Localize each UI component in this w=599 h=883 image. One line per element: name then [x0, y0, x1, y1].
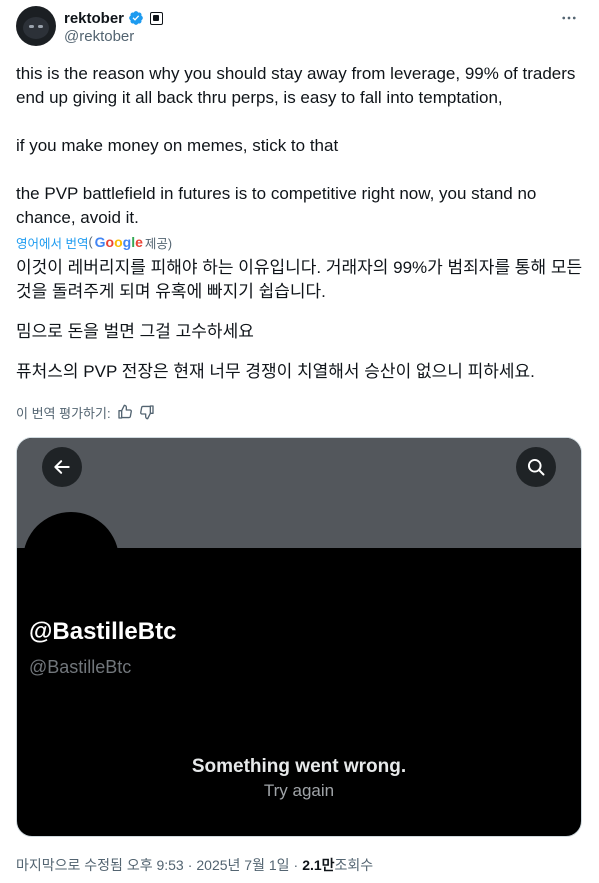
tweet-meta: 마지막으로 수정됨 오후 9:53 · 2025년 7월 1일 · 2.1만 조… — [16, 855, 373, 875]
thumbs-down-icon[interactable] — [139, 404, 155, 420]
views-label: 조회수 — [334, 857, 374, 873]
translated-paragraph: 밈으로 돈을 벌면 그걸 고수하세요 — [16, 322, 254, 341]
tweet-paragraph: the PVP battlefield in futures is to com… — [16, 184, 537, 227]
profile-handle: @BastilleBtc — [29, 657, 132, 677]
meta-separator: · — [293, 857, 299, 873]
rate-translation-row: 이 번역 평가하기: — [16, 403, 155, 421]
avatar-eye-right — [38, 25, 43, 28]
translated-text: 이것이 레버리지를 피해야 하는 이유입니다. 거래자의 99%가 범죄자를 통… — [16, 256, 583, 384]
translated-from-link[interactable]: 영어에서 번역 — [16, 233, 88, 252]
profile-avatar — [23, 512, 119, 608]
author-avatar[interactable] — [16, 6, 56, 46]
translated-paragraph: 퓨처스의 PVP 전장은 현재 너무 경쟁이 치열해서 승산이 없으니 피하세요… — [16, 362, 535, 381]
tweet-paragraph: if you make money on memes, stick to tha… — [16, 136, 339, 155]
tweet-date[interactable]: 2025년 7월 1일 — [196, 855, 289, 875]
meta-separator: · — [187, 857, 193, 873]
embedded-profile-card[interactable]: @BastilleBtc @BastilleBtc Something went… — [16, 437, 582, 837]
more-options-icon[interactable] — [559, 8, 579, 28]
author-handle[interactable]: @rektober — [64, 28, 134, 45]
tweet-text: this is the reason why you should stay a… — [16, 62, 583, 230]
avatar-eye-left — [29, 25, 34, 28]
profile-name: @BastilleBtc — [29, 618, 177, 645]
translation-attribution: 영어에서 번역 ( Google 제공) — [16, 233, 172, 251]
back-arrow-icon[interactable] — [42, 447, 82, 487]
search-icon[interactable] — [516, 447, 556, 487]
tweet-header: rektober @rektober — [16, 6, 583, 50]
try-again-button[interactable]: Try again — [17, 781, 581, 801]
google-logo: Google — [94, 234, 143, 250]
verified-badge-icon — [129, 11, 143, 25]
rate-translation-label: 이 번역 평가하기: — [16, 405, 111, 421]
views-count[interactable]: 2.1만 — [302, 855, 334, 875]
thumbs-up-icon[interactable] — [117, 404, 133, 420]
author-name-row: rektober — [64, 8, 164, 28]
avatar-face — [23, 17, 49, 39]
provided-by-label: 제공) — [144, 236, 173, 251]
error-message: Something went wrong. — [191, 756, 407, 777]
affiliate-badge-icon — [150, 11, 164, 25]
open-paren: ( — [88, 235, 93, 249]
author-display-name[interactable]: rektober — [64, 10, 124, 27]
tweet-paragraph: this is the reason why you should stay a… — [16, 64, 576, 107]
translated-paragraph: 이것이 레버리지를 피해야 하는 이유입니다. 거래자의 99%가 범죄자를 통… — [16, 258, 583, 301]
edited-timestamp[interactable]: 마지막으로 수정됨 오후 9:53 — [16, 855, 184, 875]
